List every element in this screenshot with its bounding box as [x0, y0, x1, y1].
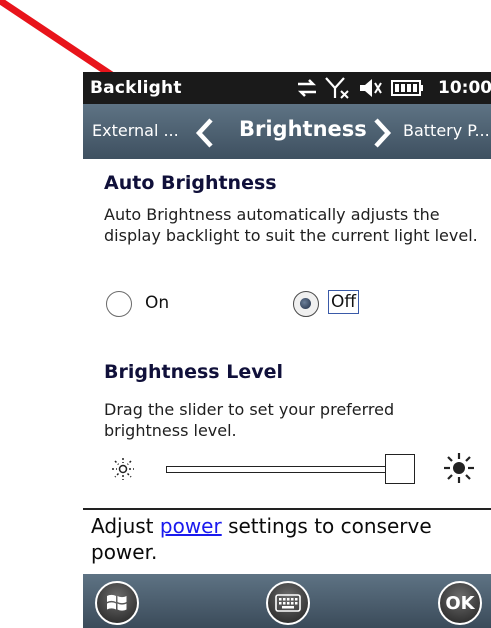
nav-next-tab[interactable]: Battery P... — [403, 121, 490, 140]
ok-label: OK — [445, 592, 475, 614]
signal-off-icon[interactable] — [325, 76, 351, 100]
radio-off-label[interactable]: Off — [327, 290, 360, 314]
brightness-slider-thumb[interactable] — [385, 454, 415, 484]
radio-off[interactable] — [293, 291, 319, 317]
radio-on-label[interactable]: On — [145, 293, 169, 313]
brightness-low-icon — [112, 458, 134, 480]
ok-button[interactable]: OK — [438, 581, 482, 625]
sync-icon[interactable] — [295, 76, 319, 100]
status-time: 10:00 — [438, 78, 491, 98]
device-screen: Backlight 10:00 External ... Brightness … — [83, 72, 491, 628]
auto-brightness-description: Auto Brightness automatically adjusts th… — [104, 205, 478, 245]
status-bar-title: Backlight — [90, 78, 182, 98]
speaker-muted-icon[interactable] — [358, 76, 384, 100]
brightness-level-title: Brightness Level — [104, 361, 283, 383]
chevron-right-icon[interactable] — [372, 118, 392, 148]
keyboard-icon — [275, 594, 301, 612]
footer-text-before: Adjust — [91, 514, 160, 538]
footer-hint: Adjust power settings to conserve power. — [91, 513, 486, 565]
power-settings-link[interactable]: power — [160, 514, 222, 538]
brightness-level-description: Drag the slider to set your preferred br… — [104, 400, 395, 440]
start-button[interactable] — [95, 581, 139, 625]
page-title: Brightness — [239, 117, 367, 141]
divider — [83, 508, 491, 510]
windows-logo-icon — [107, 594, 127, 611]
nav-prev-tab[interactable]: External ... — [92, 121, 179, 140]
settings-content: Auto Brightness Auto Brightness automati… — [83, 159, 491, 509]
brightness-high-icon — [444, 453, 474, 483]
chevron-left-icon[interactable] — [195, 118, 215, 148]
brightness-slider-track[interactable] — [166, 466, 392, 473]
battery-icon[interactable] — [391, 76, 425, 100]
bottom-softkey-bar: OK — [83, 574, 491, 628]
auto-brightness-title: Auto Brightness — [104, 172, 277, 194]
keyboard-button[interactable] — [266, 581, 310, 625]
settings-header: External ... Brightness Battery P... — [83, 104, 491, 159]
radio-on[interactable] — [106, 291, 132, 317]
status-bar: Backlight 10:00 — [83, 72, 491, 104]
